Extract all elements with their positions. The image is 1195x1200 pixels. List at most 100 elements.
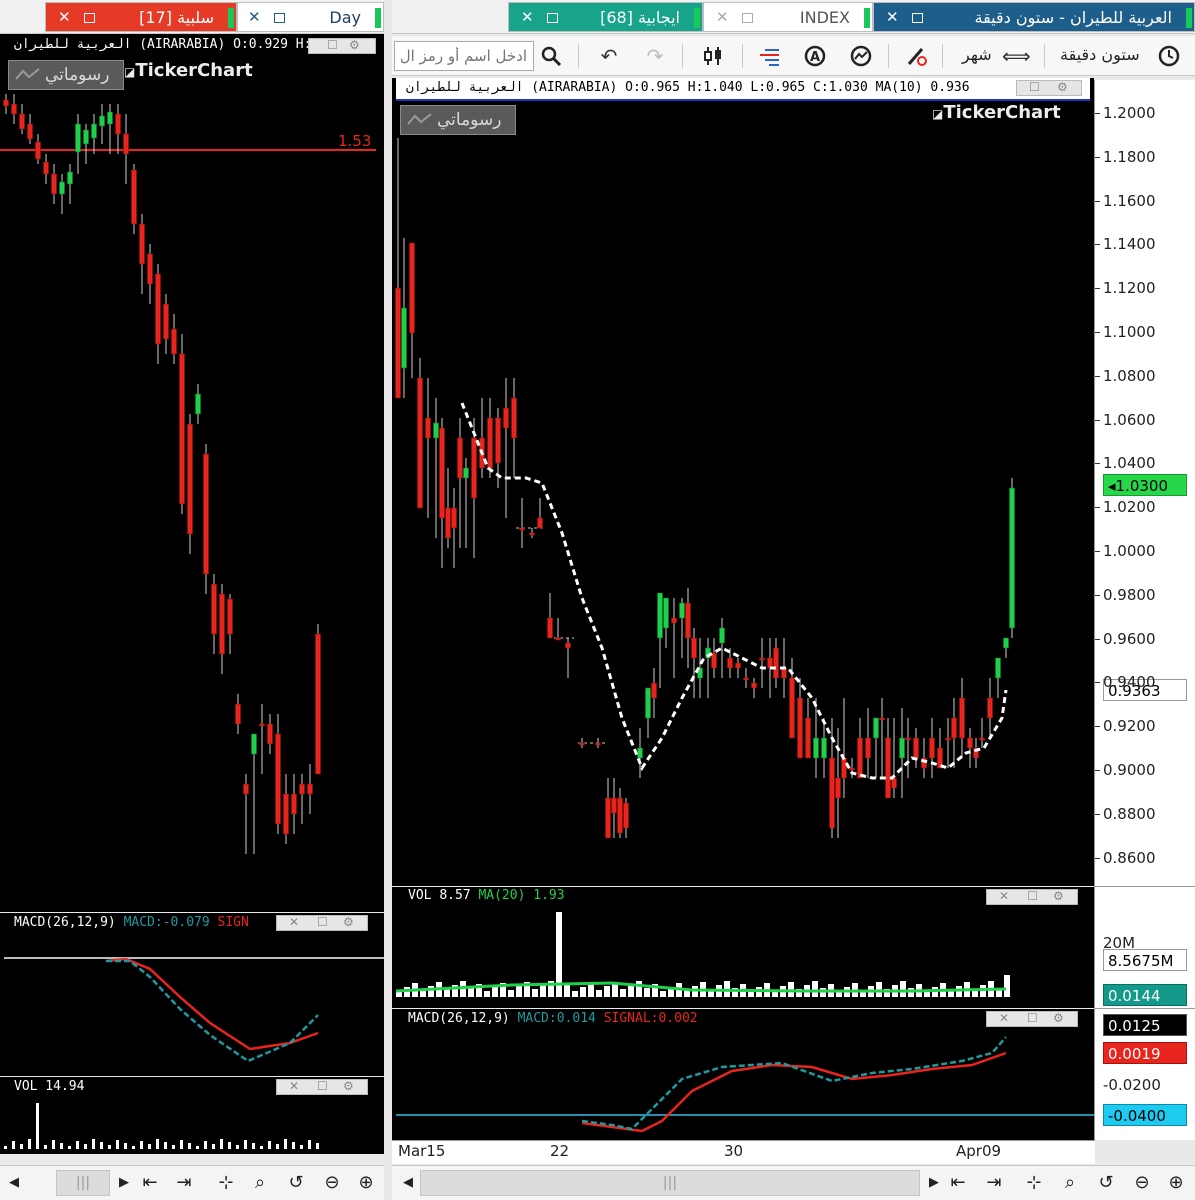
reset-zoom-icon[interactable]: ↺	[1094, 1171, 1118, 1195]
tab-day[interactable]: ✕ Day	[237, 2, 384, 32]
volume-bar	[660, 991, 666, 997]
volume-bar	[628, 985, 634, 997]
right-volume-pane[interactable]: VOL 8.57 MA(20) 1.93 ✕ ☐ ⚙	[392, 887, 1094, 1008]
trend-icon[interactable]	[848, 44, 874, 68]
candle-body	[179, 353, 185, 505]
volume-bar	[124, 1143, 127, 1149]
candle-body	[805, 717, 811, 759]
candle-body	[691, 637, 697, 659]
scrollbar-thumb[interactable]: |||	[56, 1170, 110, 1196]
tab-positive[interactable]: ✕ ايجابية [68]	[508, 2, 703, 32]
redo-icon[interactable]: ↷	[642, 44, 668, 68]
maximize-icon[interactable]	[912, 13, 923, 23]
zoom-out-icon[interactable]: ⊖	[320, 1171, 344, 1195]
candle-body	[885, 737, 891, 799]
volume-bar	[492, 987, 498, 997]
close-icon[interactable]: ✕	[521, 8, 534, 26]
my-drawings-button[interactable]: رسوماتي	[8, 60, 124, 90]
close-icon[interactable]: ✕	[58, 8, 71, 26]
pane-controls[interactable]: ✕ ☐ ⚙	[986, 1011, 1078, 1027]
pane-controls[interactable]: ✕ ☐ ⚙	[276, 1079, 368, 1095]
hline-value-badge: -0.0400	[1103, 1104, 1187, 1126]
scroll-right-icon[interactable]: ▶	[922, 1171, 946, 1195]
candle-body	[243, 783, 249, 795]
candle-body	[651, 682, 657, 699]
price-label: 0.9800	[1103, 585, 1156, 604]
candle-body	[59, 181, 65, 195]
price-label: 1.1800	[1103, 147, 1156, 166]
right-price-pane[interactable]: العربية للطيران (AIRARABIA) O:0.965 H:1.…	[392, 78, 1094, 886]
clock-icon[interactable]	[1156, 44, 1182, 68]
candle-body	[99, 115, 105, 127]
volume-bar	[52, 1140, 55, 1149]
tab-negative[interactable]: ✕ سلبية [17]	[45, 2, 237, 32]
maximize-icon[interactable]	[274, 13, 285, 23]
reset-zoom-icon[interactable]: ↺	[284, 1171, 308, 1195]
price-label: 1.0600	[1103, 410, 1156, 429]
scroll-left-icon[interactable]: ◀	[396, 1171, 420, 1195]
volume-bar	[76, 1141, 79, 1149]
candle-body	[967, 737, 973, 749]
candle-body	[595, 742, 601, 746]
indicators-icon[interactable]	[756, 44, 782, 68]
close-icon[interactable]: ✕	[716, 8, 729, 26]
left-macd-header: MACD(26,12,9) MACD:-0.079 SIGN	[14, 915, 249, 930]
volume-bar	[156, 1139, 159, 1149]
hline-value-label: 1.53	[338, 132, 372, 150]
tab-index[interactable]: ✕ INDEX	[703, 2, 873, 32]
zoom-area-icon[interactable]: ⌕	[1058, 1171, 1082, 1195]
scroll-right-icon[interactable]: ▶	[112, 1171, 136, 1195]
undo-icon[interactable]: ↶	[596, 44, 622, 68]
price-tick	[1095, 463, 1100, 465]
price-axis[interactable]: ◂1.0300 0.9363 20M 8.5675M 0.0144 0.0125…	[1094, 80, 1195, 1140]
interval-selector[interactable]: ستون دقيقة	[1060, 45, 1140, 64]
zoom-out-icon[interactable]: ⊖	[1130, 1171, 1154, 1195]
drawing-tool-icon[interactable]	[904, 44, 930, 68]
pane-controls[interactable]: ☐ ⚙	[1016, 80, 1082, 96]
volume-bar	[108, 1145, 111, 1149]
maximize-icon[interactable]	[547, 13, 558, 23]
close-icon[interactable]: ✕	[886, 8, 899, 26]
back-icon[interactable]: ⇤	[946, 1171, 970, 1195]
zoom-area-icon[interactable]: ⌕	[248, 1171, 272, 1195]
left-macd-pane[interactable]: MACD(26,12,9) MACD:-0.079 SIGN ✕ ☐ ⚙	[0, 913, 384, 1076]
price-label: 1.1400	[1103, 235, 1156, 254]
volume-bar	[180, 1140, 183, 1149]
candle-body	[657, 592, 663, 639]
left-price-pane[interactable]: العربية للطيران (AIRARABIA) O:0.929 H:1.…	[0, 34, 384, 912]
scrollbar-thumb[interactable]: |||	[420, 1170, 920, 1196]
period-arrows-icon[interactable]: ⟺	[1002, 44, 1031, 68]
candle-body	[929, 737, 935, 759]
candle-body	[451, 507, 457, 529]
volume-bar	[812, 981, 818, 997]
maximize-icon[interactable]	[742, 13, 753, 23]
back-icon[interactable]: ⇤	[138, 1171, 162, 1195]
zoom-in-icon[interactable]: ⊕	[354, 1171, 378, 1195]
pane-controls[interactable]: ✕ ☐ ⚙	[276, 915, 368, 931]
candle-body	[67, 171, 73, 185]
right-macd-pane[interactable]: MACD(26,12,9) MACD:0.014 SIGNAL:0.002 ✕ ☐…	[392, 1009, 1094, 1140]
pane-controls[interactable]: ☐ ⚙	[308, 38, 376, 54]
forward-icon[interactable]: ⇥	[172, 1171, 196, 1195]
scroll-left-icon[interactable]: ◀	[2, 1171, 26, 1195]
volume-bar	[140, 1141, 143, 1149]
zoom-in-icon[interactable]: ⊕	[1164, 1171, 1188, 1195]
period-selector[interactable]: شهر	[962, 45, 992, 64]
tab-label: العربية للطيران - ستون دقيقة	[974, 8, 1172, 27]
forward-icon[interactable]: ⇥	[982, 1171, 1006, 1195]
chart-type-icon[interactable]	[700, 44, 726, 68]
maximize-icon[interactable]	[84, 13, 95, 23]
price-tick	[1095, 156, 1100, 158]
time-axis[interactable]: Mar15 22 30 Apr09	[392, 1140, 1095, 1164]
search-input[interactable]	[394, 41, 534, 71]
close-icon[interactable]: ✕	[248, 8, 261, 26]
tab-airarabia-60min[interactable]: ✕ العربية للطيران - ستون دقيقة	[873, 2, 1195, 32]
left-volume-pane[interactable]: VOL 14.94 ✕ ☐ ⚙	[0, 1077, 384, 1154]
alert-icon[interactable]: A	[802, 44, 828, 68]
crosshair-icon[interactable]: ⊹	[1022, 1171, 1046, 1195]
search-icon[interactable]	[538, 44, 564, 68]
crosshair-icon[interactable]: ⊹	[214, 1171, 238, 1195]
my-drawings-button[interactable]: رسوماتي	[400, 105, 516, 135]
pane-controls[interactable]: ✕ ☐ ⚙	[986, 889, 1078, 905]
volume-bar	[116, 1140, 119, 1149]
